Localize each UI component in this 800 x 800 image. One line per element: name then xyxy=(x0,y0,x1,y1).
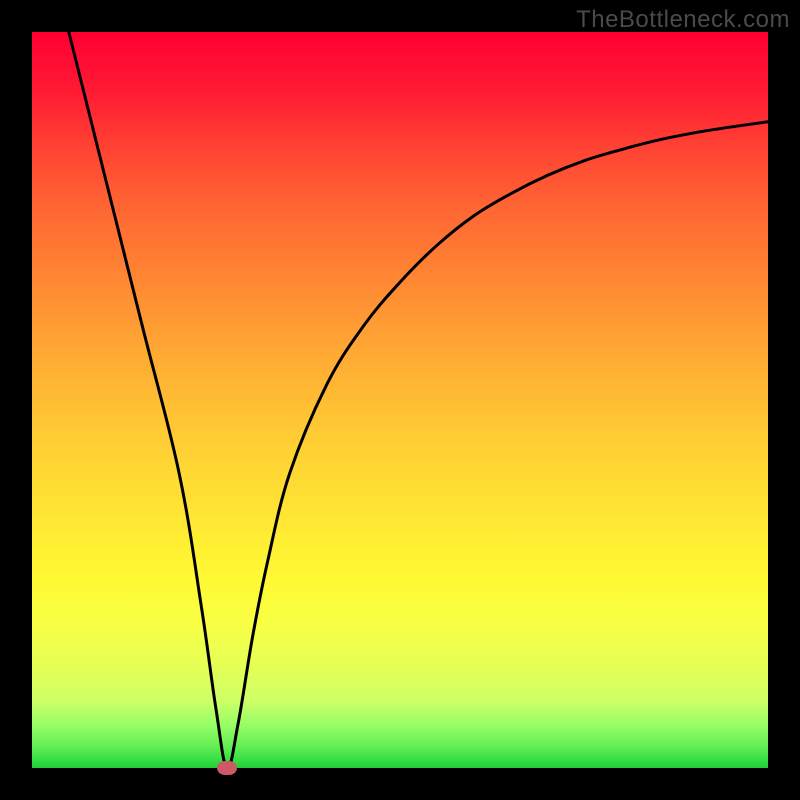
watermark-text: TheBottleneck.com xyxy=(576,6,790,34)
bottleneck-curve xyxy=(69,32,768,768)
minimum-marker xyxy=(217,761,237,775)
curve-svg xyxy=(32,32,768,768)
chart-frame: TheBottleneck.com xyxy=(0,0,800,800)
plot-area xyxy=(32,32,768,768)
